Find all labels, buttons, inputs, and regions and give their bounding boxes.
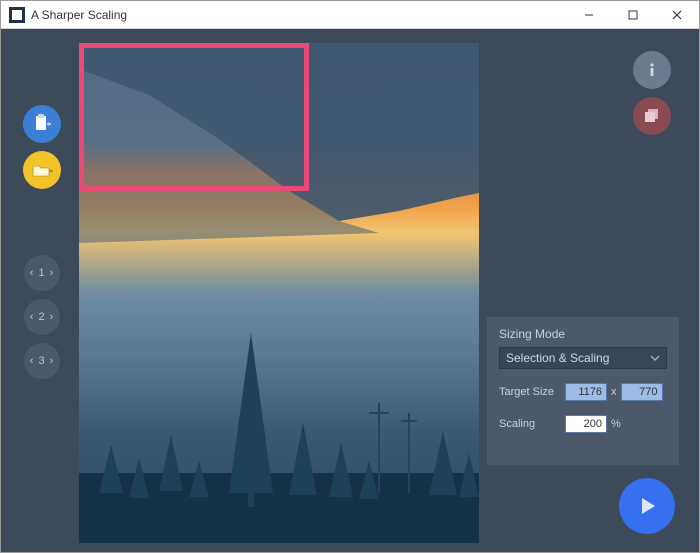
info-button[interactable]	[633, 51, 671, 89]
minimize-button[interactable]	[567, 1, 611, 29]
tree-silhouettes	[79, 283, 479, 543]
layers-icon	[642, 106, 662, 126]
app-title: A Sharper Scaling	[31, 8, 127, 22]
close-icon	[672, 10, 682, 20]
target-size-label: Target Size	[499, 386, 565, 398]
preset-3-label: ‹ 3 ›	[30, 355, 55, 367]
info-icon	[643, 61, 661, 79]
layers-button[interactable]	[633, 97, 671, 135]
open-file-button[interactable]	[23, 151, 61, 189]
preset-1-label: ‹ 1 ›	[30, 267, 55, 279]
open-folder-icon	[31, 159, 53, 181]
sizing-panel: Sizing Mode Selection & Scaling Target S…	[487, 317, 679, 465]
selection-rectangle[interactable]	[79, 43, 309, 191]
scaling-label: Scaling	[499, 418, 565, 430]
target-height-input[interactable]	[621, 383, 663, 401]
target-width-input[interactable]	[565, 383, 607, 401]
maximize-icon	[628, 10, 638, 20]
target-size-row: Target Size x	[499, 383, 667, 401]
maximize-button[interactable]	[611, 1, 655, 29]
minimize-icon	[584, 10, 594, 20]
app-icon	[9, 7, 25, 23]
dimension-separator: x	[611, 386, 617, 398]
sizing-mode-label: Sizing Mode	[499, 327, 667, 341]
preset-1-button[interactable]: ‹ 1 ›	[24, 255, 60, 291]
chevron-down-icon	[650, 353, 660, 363]
image-preview[interactable]	[79, 43, 479, 543]
app-window: A Sharper Scaling	[0, 0, 700, 553]
scaling-row: Scaling %	[499, 415, 667, 433]
sizing-mode-select[interactable]: Selection & Scaling	[499, 347, 667, 369]
paste-button[interactable]	[23, 105, 61, 143]
close-button[interactable]	[655, 1, 699, 29]
titlebar: A Sharper Scaling	[1, 1, 699, 29]
scaling-unit: %	[611, 418, 621, 430]
scaling-input[interactable]	[565, 415, 607, 433]
play-icon	[635, 494, 659, 518]
preset-2-label: ‹ 2 ›	[30, 311, 55, 323]
sizing-mode-value: Selection & Scaling	[506, 351, 609, 365]
content-area: ‹ 1 › ‹ 2 › ‹ 3 ›	[1, 29, 699, 552]
run-button[interactable]	[619, 478, 675, 534]
preset-2-button[interactable]: ‹ 2 ›	[24, 299, 60, 335]
preset-3-button[interactable]: ‹ 3 ›	[24, 343, 60, 379]
clipboard-icon	[31, 113, 53, 135]
